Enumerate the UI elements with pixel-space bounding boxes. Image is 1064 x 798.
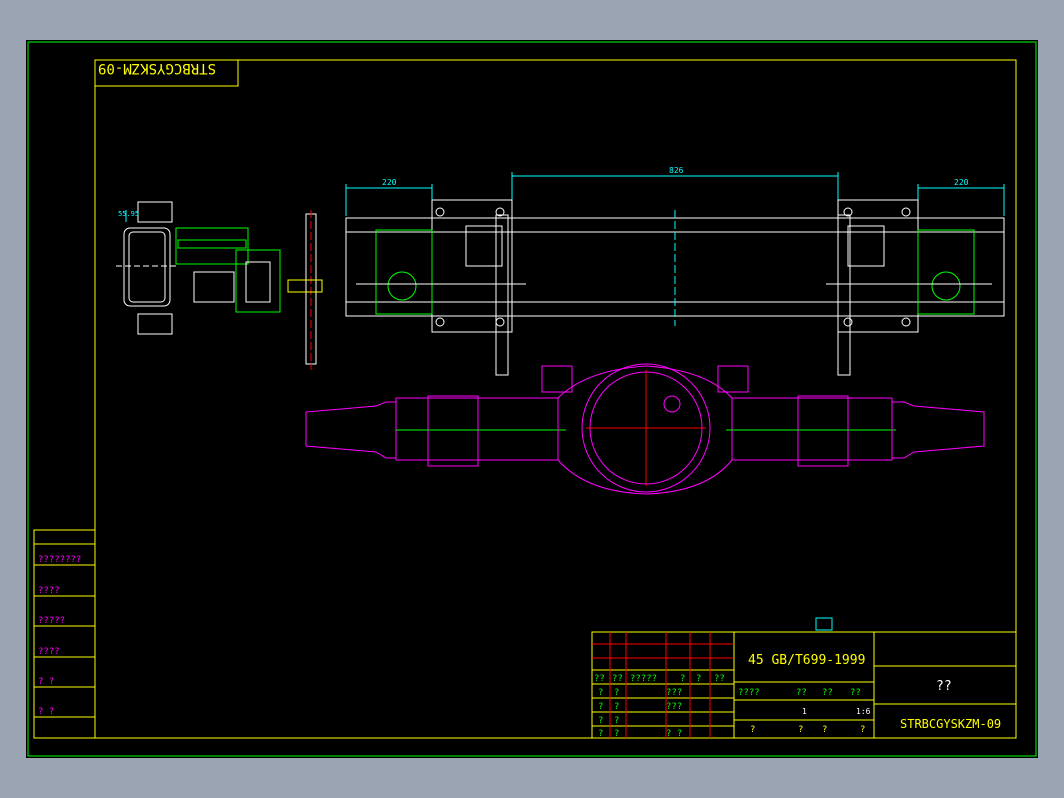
dim-right: 220 xyxy=(954,178,969,187)
sheet-3: ? xyxy=(860,725,865,735)
side-row-6: ? ? xyxy=(38,707,54,717)
part-name: ?? xyxy=(936,679,952,694)
side-row-3: ????? xyxy=(38,616,65,626)
sheet-1: ? xyxy=(798,725,803,735)
row1-b: ? xyxy=(614,688,619,698)
row4-c: ? ? xyxy=(666,729,682,739)
stage-3: ?? xyxy=(850,688,861,698)
row1-c: ??? xyxy=(666,688,682,698)
stage-1: ?? xyxy=(796,688,807,698)
inner-frame xyxy=(94,59,1017,739)
material-label: 45 GB/T699-1999 xyxy=(748,653,865,668)
dim-side: 55.95 xyxy=(118,210,139,218)
hdr-5: ?? xyxy=(714,674,725,684)
row2-c: ??? xyxy=(666,702,682,712)
hdr-2: ????? xyxy=(630,674,657,684)
row4-a: ? xyxy=(598,729,603,739)
side-row-2: ???? xyxy=(38,586,60,596)
drawing-svg: STRBCGYSKZM-09 ???????? ???? ????? ???? … xyxy=(27,41,1037,757)
scale-qty: 1 xyxy=(802,707,807,716)
stage-2: ?? xyxy=(822,688,833,698)
side-table: ???????? ???? ????? ???? ? ? ? ? xyxy=(33,529,96,739)
sheet-2: ? xyxy=(822,725,827,735)
row2-b: ? xyxy=(614,702,619,712)
hdr-1: ?? xyxy=(612,674,623,684)
row2-a: ? xyxy=(598,702,603,712)
outer-frame xyxy=(27,41,1037,757)
small-marker xyxy=(815,617,833,631)
scale-ratio: 1:6 xyxy=(856,707,871,716)
row3-a: ? xyxy=(598,716,603,726)
dim-center: 826 xyxy=(669,166,684,175)
row4-b: ? xyxy=(614,729,619,739)
cad-drawing-canvas[interactable]: STRBCGYSKZM-09 ???????? ???? ????? ???? … xyxy=(26,40,1038,758)
code-stamp: STRBCGYSKZM-09 xyxy=(94,59,239,87)
drawing-code: STRBCGYSKZM-09 xyxy=(900,717,1001,731)
stage-0: ???? xyxy=(738,688,760,698)
side-row-1: ???????? xyxy=(38,555,81,565)
hdr-0: ?? xyxy=(594,674,605,684)
axle-housing xyxy=(305,363,985,495)
side-row-4: ???? xyxy=(38,647,60,657)
dim-left: 220 xyxy=(382,178,397,187)
side-view-assembly: 55.95 xyxy=(116,201,323,370)
row1-a: ? xyxy=(598,688,603,698)
hdr-3: ? xyxy=(680,674,685,684)
side-row-5: ? ? xyxy=(38,677,54,687)
top-view-assembly: 220 826 220 xyxy=(345,166,1005,376)
row3-b: ? xyxy=(614,716,619,726)
sheet-0: ? xyxy=(750,725,755,735)
hdr-4: ? xyxy=(696,674,701,684)
svg-text:STRBCGYSKZM-09: STRBCGYSKZM-09 xyxy=(98,60,216,76)
